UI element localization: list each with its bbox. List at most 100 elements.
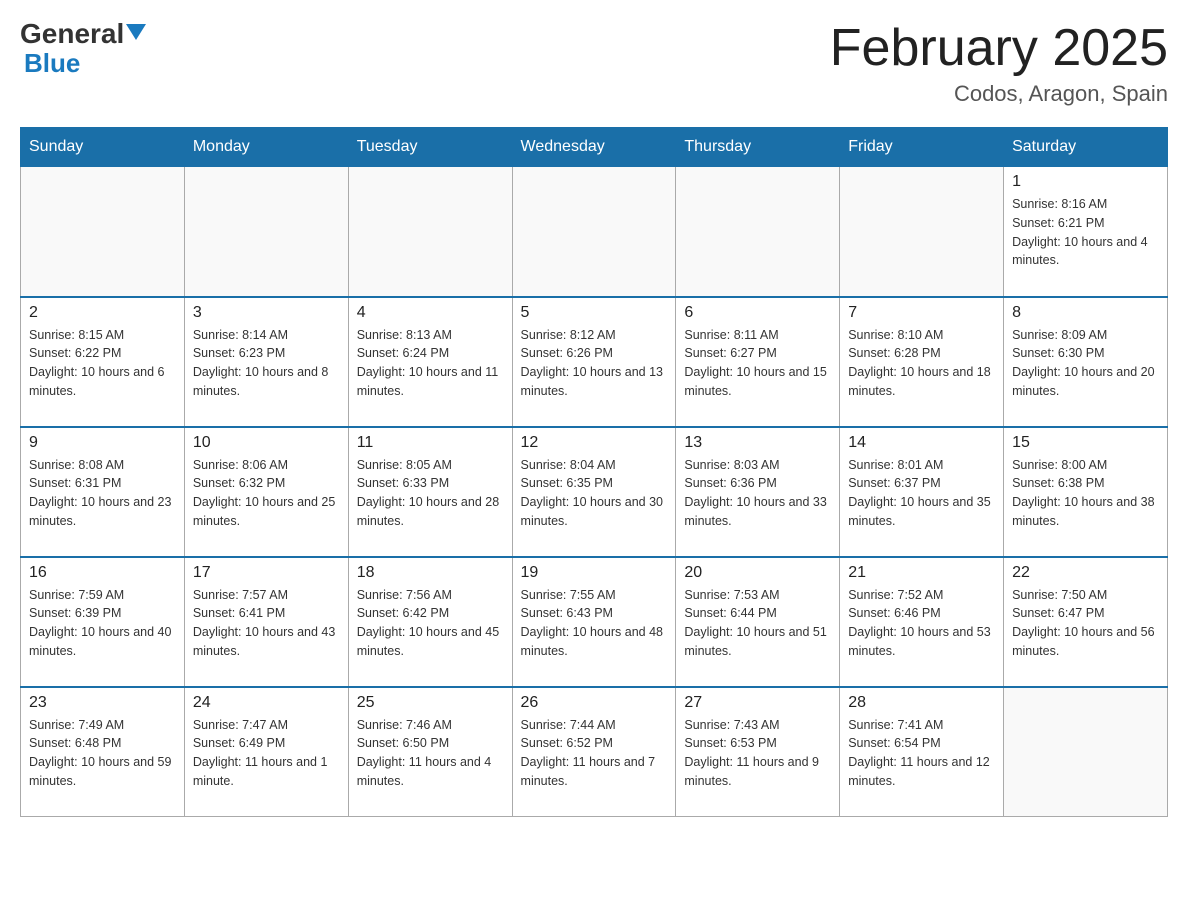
day-number: 12	[521, 434, 668, 452]
table-row: 9 Sunrise: 8:08 AMSunset: 6:31 PMDaylight…	[21, 427, 185, 557]
day-number: 8	[1012, 304, 1159, 322]
logo-triangle-icon	[126, 24, 146, 40]
day-info: Sunrise: 7:49 AMSunset: 6:48 PMDaylight:…	[29, 716, 176, 791]
calendar-table: Sunday Monday Tuesday Wednesday Thursday…	[20, 127, 1168, 817]
page-header: General Blue February 2025 Codos, Aragon…	[20, 20, 1168, 107]
day-info: Sunrise: 7:57 AMSunset: 6:41 PMDaylight:…	[193, 586, 340, 661]
table-row: 5Sunrise: 8:12 AMSunset: 6:26 PMDaylight…	[512, 297, 676, 427]
day-number: 20	[684, 564, 831, 582]
table-row: 2 Sunrise: 8:15 AMSunset: 6:22 PMDaylight…	[21, 297, 185, 427]
table-row	[676, 167, 840, 297]
calendar-header-row: Sunday Monday Tuesday Wednesday Thursday…	[21, 128, 1168, 167]
day-info: Sunrise: 8:00 AMSunset: 6:38 PMDaylight:…	[1012, 456, 1159, 531]
table-row: 28 Sunrise: 7:41 AMSunset: 6:54 PMDayligh…	[840, 687, 1004, 817]
day-info: Sunrise: 8:09 AMSunset: 6:30 PMDaylight:…	[1012, 326, 1159, 401]
table-row: 14 Sunrise: 8:01 AMSunset: 6:37 PMDayligh…	[840, 427, 1004, 557]
table-row: 6Sunrise: 8:11 AMSunset: 6:27 PMDaylight…	[676, 297, 840, 427]
day-number: 10	[193, 434, 340, 452]
col-saturday: Saturday	[1004, 128, 1168, 167]
day-info: Sunrise: 7:55 AMSunset: 6:43 PMDaylight:…	[521, 586, 668, 661]
day-number: 25	[357, 694, 504, 712]
table-row	[840, 167, 1004, 297]
table-row: 19 Sunrise: 7:55 AMSunset: 6:43 PMDayligh…	[512, 557, 676, 687]
day-info: Sunrise: 7:41 AMSunset: 6:54 PMDaylight:…	[848, 716, 995, 791]
logo-blue-text: Blue	[24, 50, 80, 76]
day-number: 22	[1012, 564, 1159, 582]
table-row: 27 Sunrise: 7:43 AMSunset: 6:53 PMDayligh…	[676, 687, 840, 817]
day-info: Sunrise: 8:05 AMSunset: 6:33 PMDaylight:…	[357, 456, 504, 531]
day-number: 3	[193, 304, 340, 322]
day-info: Sunrise: 7:53 AMSunset: 6:44 PMDaylight:…	[684, 586, 831, 661]
day-number: 23	[29, 694, 176, 712]
table-row	[1004, 687, 1168, 817]
day-number: 26	[521, 694, 668, 712]
table-row	[348, 167, 512, 297]
col-monday: Monday	[184, 128, 348, 167]
table-row: 4 Sunrise: 8:13 AMSunset: 6:24 PMDaylight…	[348, 297, 512, 427]
day-info: Sunrise: 8:10 AMSunset: 6:28 PMDaylight:…	[848, 326, 995, 401]
table-row: 11 Sunrise: 8:05 AMSunset: 6:33 PMDayligh…	[348, 427, 512, 557]
day-info: Sunrise: 7:56 AMSunset: 6:42 PMDaylight:…	[357, 586, 504, 661]
table-row: 21Sunrise: 7:52 AMSunset: 6:46 PMDayligh…	[840, 557, 1004, 687]
table-row: 3 Sunrise: 8:14 AMSunset: 6:23 PMDaylight…	[184, 297, 348, 427]
col-wednesday: Wednesday	[512, 128, 676, 167]
day-info: Sunrise: 7:50 AMSunset: 6:47 PMDaylight:…	[1012, 586, 1159, 661]
table-row: 16 Sunrise: 7:59 AMSunset: 6:39 PMDayligh…	[21, 557, 185, 687]
table-row: 26 Sunrise: 7:44 AMSunset: 6:52 PMDayligh…	[512, 687, 676, 817]
col-friday: Friday	[840, 128, 1004, 167]
day-info: Sunrise: 8:14 AMSunset: 6:23 PMDaylight:…	[193, 326, 340, 401]
day-info: Sunrise: 8:03 AMSunset: 6:36 PMDaylight:…	[684, 456, 831, 531]
day-number: 24	[193, 694, 340, 712]
day-info: Sunrise: 8:15 AMSunset: 6:22 PMDaylight:…	[29, 326, 176, 401]
day-info: Sunrise: 7:47 AMSunset: 6:49 PMDaylight:…	[193, 716, 340, 791]
day-info: Sunrise: 7:43 AMSunset: 6:53 PMDaylight:…	[684, 716, 831, 791]
day-number: 19	[521, 564, 668, 582]
day-info: Sunrise: 7:52 AMSunset: 6:46 PMDaylight:…	[848, 586, 995, 661]
table-row	[512, 167, 676, 297]
day-number: 27	[684, 694, 831, 712]
day-number: 14	[848, 434, 995, 452]
day-number: 6	[684, 304, 831, 322]
table-row: 1 Sunrise: 8:16 AMSunset: 6:21 PMDaylight…	[1004, 167, 1168, 297]
col-tuesday: Tuesday	[348, 128, 512, 167]
day-number: 1	[1012, 173, 1159, 191]
table-row: 7Sunrise: 8:10 AMSunset: 6:28 PMDaylight…	[840, 297, 1004, 427]
day-number: 11	[357, 434, 504, 452]
day-info: Sunrise: 7:46 AMSunset: 6:50 PMDaylight:…	[357, 716, 504, 791]
table-row: 15Sunrise: 8:00 AMSunset: 6:38 PMDayligh…	[1004, 427, 1168, 557]
day-number: 13	[684, 434, 831, 452]
day-info: Sunrise: 8:08 AMSunset: 6:31 PMDaylight:…	[29, 456, 176, 531]
day-info: Sunrise: 8:12 AMSunset: 6:26 PMDaylight:…	[521, 326, 668, 401]
day-number: 18	[357, 564, 504, 582]
table-row: 8 Sunrise: 8:09 AMSunset: 6:30 PMDaylight…	[1004, 297, 1168, 427]
month-title: February 2025	[830, 20, 1168, 77]
table-row: 18 Sunrise: 7:56 AMSunset: 6:42 PMDayligh…	[348, 557, 512, 687]
table-row: 23 Sunrise: 7:49 AMSunset: 6:48 PMDayligh…	[21, 687, 185, 817]
col-sunday: Sunday	[21, 128, 185, 167]
day-info: Sunrise: 8:01 AMSunset: 6:37 PMDaylight:…	[848, 456, 995, 531]
day-number: 4	[357, 304, 504, 322]
table-row	[184, 167, 348, 297]
day-info: Sunrise: 7:44 AMSunset: 6:52 PMDaylight:…	[521, 716, 668, 791]
day-info: Sunrise: 7:59 AMSunset: 6:39 PMDaylight:…	[29, 586, 176, 661]
table-row: 20 Sunrise: 7:53 AMSunset: 6:44 PMDayligh…	[676, 557, 840, 687]
day-number: 2	[29, 304, 176, 322]
table-row: 12 Sunrise: 8:04 AMSunset: 6:35 PMDayligh…	[512, 427, 676, 557]
table-row: 17Sunrise: 7:57 AMSunset: 6:41 PMDayligh…	[184, 557, 348, 687]
logo-general-text: General	[20, 20, 146, 48]
day-info: Sunrise: 8:04 AMSunset: 6:35 PMDaylight:…	[521, 456, 668, 531]
table-row: 10 Sunrise: 8:06 AMSunset: 6:32 PMDayligh…	[184, 427, 348, 557]
logo: General Blue	[20, 20, 146, 76]
day-number: 16	[29, 564, 176, 582]
day-info: Sunrise: 8:16 AMSunset: 6:21 PMDaylight:…	[1012, 195, 1159, 270]
location: Codos, Aragon, Spain	[830, 81, 1168, 107]
day-info: Sunrise: 8:13 AMSunset: 6:24 PMDaylight:…	[357, 326, 504, 401]
table-row: 13 Sunrise: 8:03 AMSunset: 6:36 PMDayligh…	[676, 427, 840, 557]
table-row: 22 Sunrise: 7:50 AMSunset: 6:47 PMDayligh…	[1004, 557, 1168, 687]
day-number: 28	[848, 694, 995, 712]
col-thursday: Thursday	[676, 128, 840, 167]
day-number: 9	[29, 434, 176, 452]
day-info: Sunrise: 8:06 AMSunset: 6:32 PMDaylight:…	[193, 456, 340, 531]
table-row: 25 Sunrise: 7:46 AMSunset: 6:50 PMDayligh…	[348, 687, 512, 817]
title-section: February 2025 Codos, Aragon, Spain	[830, 20, 1168, 107]
